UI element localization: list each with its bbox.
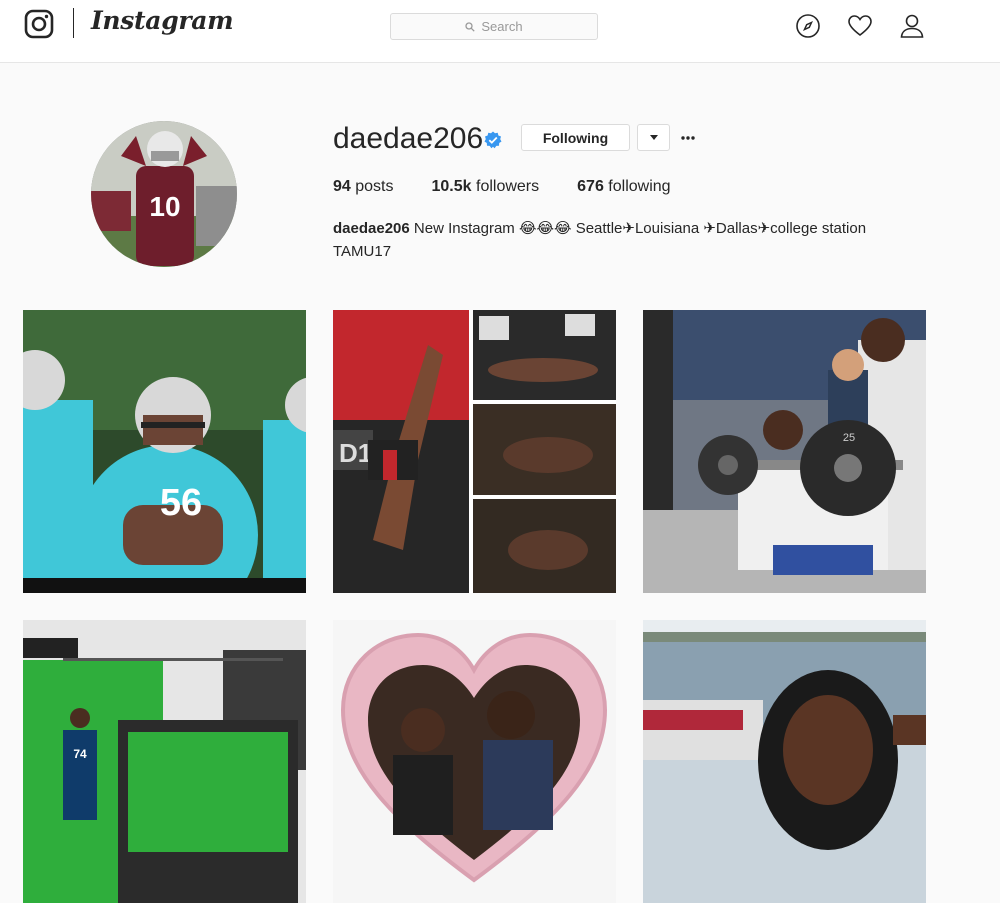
verified-badge-icon	[484, 131, 502, 149]
post-thumbnail[interactable]: 56	[23, 310, 306, 593]
post-image: 25	[643, 310, 926, 593]
post-image	[333, 620, 616, 903]
posts-stat: 94 posts	[333, 178, 394, 196]
posts-label: posts	[355, 178, 394, 195]
profile-username: daedae206	[333, 122, 484, 155]
bio-name: daedae206	[333, 220, 410, 237]
post-image	[643, 620, 926, 903]
following-stat[interactable]: 676 following	[577, 178, 670, 196]
post-thumbnail[interactable]: 25	[643, 310, 926, 593]
profile-bio: daedae206 New Instagram 😂😂😂 Seattle✈Loui…	[333, 217, 933, 263]
post-image: D1	[333, 310, 616, 593]
following-count: 676	[577, 178, 604, 195]
instagram-logo-icon[interactable]	[24, 9, 54, 39]
followers-stat[interactable]: 10.5k followers	[432, 178, 540, 196]
user-icon[interactable]	[899, 13, 925, 39]
profile-stats: 94 posts 10.5k followers 676 following	[333, 178, 671, 196]
following-button[interactable]: Following	[521, 124, 630, 151]
post-thumbnail[interactable]	[643, 620, 926, 903]
heart-icon[interactable]	[847, 13, 873, 39]
post-thumbnail[interactable]: D1	[333, 310, 616, 593]
following-label: following	[608, 178, 671, 195]
followers-label: followers	[476, 178, 540, 195]
compass-icon[interactable]	[795, 13, 821, 39]
more-options-button[interactable]	[680, 124, 696, 151]
search-input[interactable]: Search	[390, 13, 598, 40]
search-icon	[465, 21, 476, 32]
avatar-jersey-number: 10	[149, 191, 180, 222]
more-icon	[681, 135, 695, 140]
top-nav: Instagram Search	[0, 0, 1000, 63]
post-plate-text: 25	[843, 432, 855, 444]
post-sign-text: D1	[339, 438, 372, 468]
post-thumbnail[interactable]: 74	[23, 620, 306, 903]
search-placeholder: Search	[481, 19, 523, 34]
followers-count: 10.5k	[431, 178, 472, 195]
post-jersey-number: 56	[160, 482, 202, 524]
posts-count: 94	[333, 178, 351, 195]
bio-text: New Instagram 😂😂😂 Seattle✈Louisiana ✈Dal…	[413, 220, 867, 237]
suggestions-dropdown-button[interactable]	[637, 124, 670, 151]
post-image: 74	[23, 620, 306, 903]
caret-down-icon	[649, 134, 658, 140]
post-thumbnail[interactable]	[333, 620, 616, 903]
instagram-wordmark[interactable]: Instagram	[91, 6, 234, 35]
avatar-photo: 10	[91, 121, 237, 267]
post-jersey-number: 74	[73, 747, 87, 761]
bio-text-line2: TAMU17	[333, 243, 392, 260]
logo-divider	[73, 8, 74, 38]
profile-avatar[interactable]: 10	[91, 121, 237, 267]
post-image: 56	[23, 310, 306, 593]
